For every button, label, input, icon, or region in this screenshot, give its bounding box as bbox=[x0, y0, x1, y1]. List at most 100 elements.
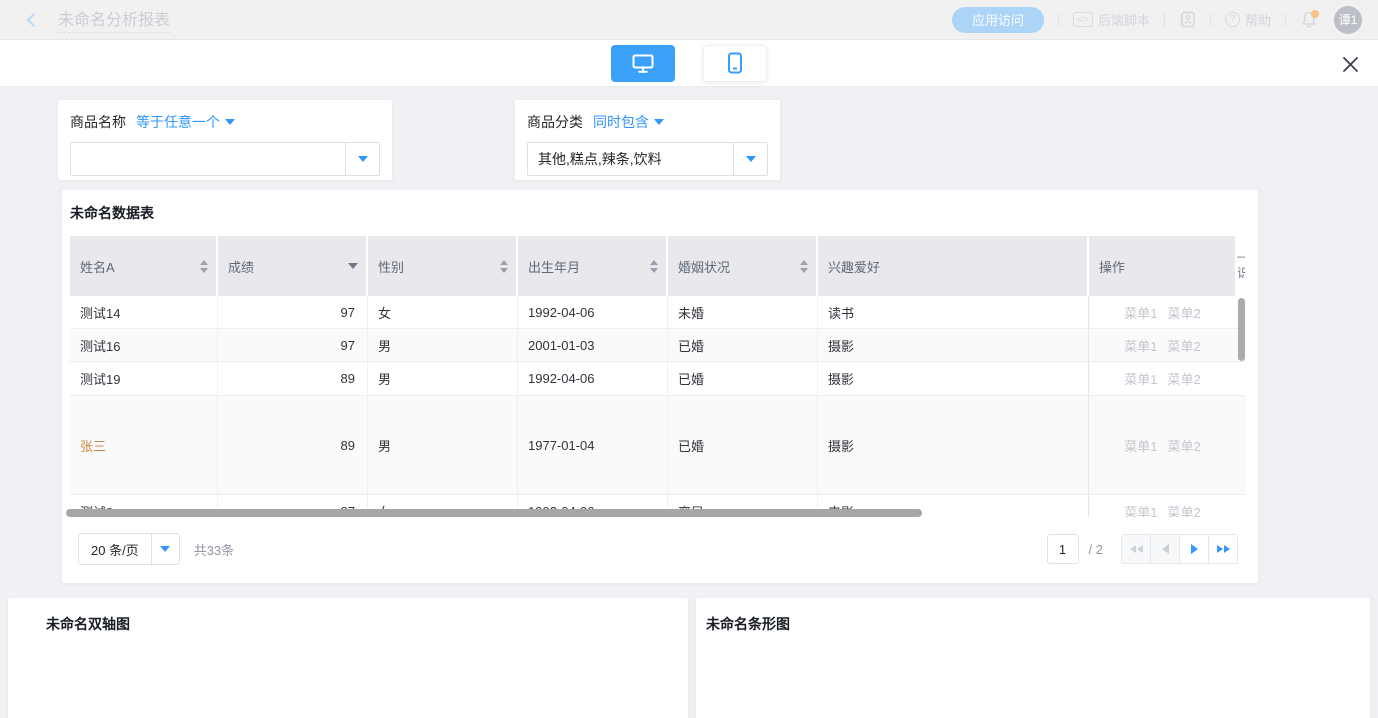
column-header-score[interactable]: 成绩 bbox=[218, 236, 368, 296]
menu1-link[interactable]: 菜单1 bbox=[1124, 502, 1157, 518]
select-arrow-segment[interactable] bbox=[345, 143, 379, 175]
contacts-button[interactable] bbox=[1179, 11, 1196, 28]
menu2-link[interactable]: 菜单2 bbox=[1168, 436, 1201, 455]
preview-toolbar bbox=[0, 40, 1378, 87]
page-number-input[interactable] bbox=[1047, 534, 1079, 564]
cell-actions: 菜单1 菜单2 bbox=[1088, 495, 1236, 517]
cell-actions: 菜单1 菜单2 bbox=[1088, 396, 1236, 494]
cell-name: 张三 bbox=[70, 396, 218, 494]
cell-gender: 男 bbox=[368, 329, 518, 361]
double-left-arrow-icon bbox=[1130, 545, 1136, 553]
cell-actions: 菜单1 菜单2 bbox=[1088, 362, 1236, 395]
desktop-view-button[interactable] bbox=[611, 45, 675, 82]
back-button[interactable] bbox=[22, 10, 42, 30]
next-page-button[interactable] bbox=[1179, 534, 1209, 564]
menu1-link[interactable]: 菜单1 bbox=[1124, 336, 1157, 355]
filter-value-select[interactable] bbox=[70, 142, 380, 176]
app-access-button[interactable]: 应用访问 bbox=[952, 7, 1044, 33]
pagination-bar: 20 条/页 共33条 / 2 bbox=[62, 533, 1258, 565]
sort-icon[interactable] bbox=[650, 260, 658, 273]
cell-marital: 未婚 bbox=[668, 296, 818, 328]
column-header-actions[interactable]: 操作 bbox=[1089, 236, 1237, 296]
menu2-link[interactable]: 菜单2 bbox=[1168, 502, 1201, 518]
horizontal-scrollbar[interactable] bbox=[66, 509, 922, 517]
filter-operator-label: 同时包含 bbox=[593, 112, 649, 132]
filter-label: 商品名称 bbox=[70, 112, 126, 132]
top-header: 未命名分析报表 应用访问 </> 后端脚本 ? bbox=[0, 0, 1378, 40]
left-arrow-icon bbox=[1162, 544, 1169, 554]
user-avatar[interactable]: 谭1 bbox=[1334, 6, 1362, 34]
select-arrow-segment[interactable] bbox=[151, 534, 179, 564]
backend-script-button[interactable]: </> 后端脚本 bbox=[1073, 10, 1150, 29]
select-arrow-segment[interactable] bbox=[733, 143, 767, 175]
filter-value: 其他,糕点,辣条,饮料 bbox=[528, 143, 733, 175]
cell-gender: 男 bbox=[368, 362, 518, 395]
page-title: 未命名分析报表 bbox=[58, 6, 170, 33]
cell-actions: 菜单1 菜单2 bbox=[1088, 329, 1236, 361]
help-icon: ? bbox=[1225, 12, 1240, 27]
vertical-scrollbar[interactable] bbox=[1238, 298, 1245, 361]
close-preview-button[interactable] bbox=[1338, 52, 1362, 76]
menu1-link[interactable]: 菜单1 bbox=[1124, 436, 1157, 455]
chevron-left-icon bbox=[23, 11, 41, 29]
chart-title: 未命名双轴图 bbox=[46, 614, 130, 634]
clipped-column-fragment: — 识 bbox=[1237, 248, 1245, 288]
cell-hobby: 读书 bbox=[818, 296, 1089, 328]
cell-name: 测试14 bbox=[70, 296, 218, 328]
double-right-arrow-icon bbox=[1217, 545, 1223, 553]
filter-operator-dropdown[interactable]: 等于任意一个 bbox=[136, 112, 235, 132]
table-header-row: 姓名A 成绩 性别 出生年月 婚姻状况 bbox=[70, 236, 1245, 296]
notification-bell-button[interactable] bbox=[1300, 10, 1320, 30]
right-arrow-icon bbox=[1191, 544, 1198, 554]
cell-score: 89 bbox=[218, 396, 368, 494]
cell-birth: 2001-01-03 bbox=[518, 329, 668, 361]
cell-name: 测试16 bbox=[70, 329, 218, 361]
column-header-name[interactable]: 姓名A bbox=[70, 236, 218, 296]
menu2-link[interactable]: 菜单2 bbox=[1168, 369, 1201, 388]
chart-title: 未命名条形图 bbox=[706, 614, 790, 634]
cell-birth: 1992-04-06 bbox=[518, 296, 668, 328]
cell-marital: 已婚 bbox=[668, 362, 818, 395]
filter-card-product-category: 商品分类 同时包含 其他,糕点,辣条,饮料 bbox=[515, 100, 780, 180]
menu1-link[interactable]: 菜单1 bbox=[1124, 369, 1157, 388]
prev-page-button[interactable] bbox=[1150, 534, 1180, 564]
last-page-button[interactable] bbox=[1208, 534, 1238, 564]
sort-icon[interactable] bbox=[200, 260, 208, 273]
column-header-hobby[interactable]: 兴趣爱好 bbox=[818, 236, 1089, 296]
sort-icon[interactable] bbox=[500, 260, 508, 273]
sort-icon[interactable] bbox=[800, 260, 808, 273]
record-link[interactable]: 张三 bbox=[80, 436, 106, 455]
divider bbox=[1210, 13, 1211, 27]
menu2-link[interactable]: 菜单2 bbox=[1168, 303, 1201, 322]
page-nav-group bbox=[1121, 534, 1238, 564]
cell-birth: 1977-01-04 bbox=[518, 396, 668, 494]
first-page-button[interactable] bbox=[1121, 534, 1151, 564]
chevron-down-icon bbox=[746, 156, 756, 162]
column-header-marital[interactable]: 婚姻状况 bbox=[668, 236, 818, 296]
sort-desc-icon[interactable] bbox=[348, 263, 358, 269]
bar-chart-card: 未命名条形图 bbox=[696, 598, 1370, 718]
close-icon bbox=[1342, 56, 1359, 73]
cell-marital: 已婚 bbox=[668, 396, 818, 494]
menu2-link[interactable]: 菜单2 bbox=[1168, 336, 1201, 355]
menu1-link[interactable]: 菜单1 bbox=[1124, 303, 1157, 322]
help-button[interactable]: ? 帮助 bbox=[1225, 10, 1271, 29]
cell-score: 97 bbox=[218, 329, 368, 361]
mobile-view-button[interactable] bbox=[703, 45, 767, 82]
monitor-icon bbox=[631, 53, 655, 74]
column-header-birth[interactable]: 出生年月 bbox=[518, 236, 668, 296]
table-title: 未命名数据表 bbox=[70, 203, 154, 223]
filter-value-select[interactable]: 其他,糕点,辣条,饮料 bbox=[527, 142, 768, 176]
cell-hobby: 摄影 bbox=[818, 362, 1089, 395]
chevron-down-icon bbox=[160, 546, 170, 552]
filter-value bbox=[71, 143, 345, 175]
cell-marital: 已婚 bbox=[668, 329, 818, 361]
column-header-gender[interactable]: 性别 bbox=[368, 236, 518, 296]
topbar-actions: 应用访问 </> 后端脚本 ? 帮助 bbox=[952, 6, 1378, 34]
data-table-card: 未命名数据表 姓名A 成绩 性别 出生年月 bbox=[62, 190, 1258, 583]
filter-operator-dropdown[interactable]: 同时包含 bbox=[593, 112, 664, 132]
chevron-down-icon bbox=[358, 156, 368, 162]
page-size-select[interactable]: 20 条/页 bbox=[78, 533, 180, 565]
cell-score: 89 bbox=[218, 362, 368, 395]
filter-label: 商品分类 bbox=[527, 112, 583, 132]
